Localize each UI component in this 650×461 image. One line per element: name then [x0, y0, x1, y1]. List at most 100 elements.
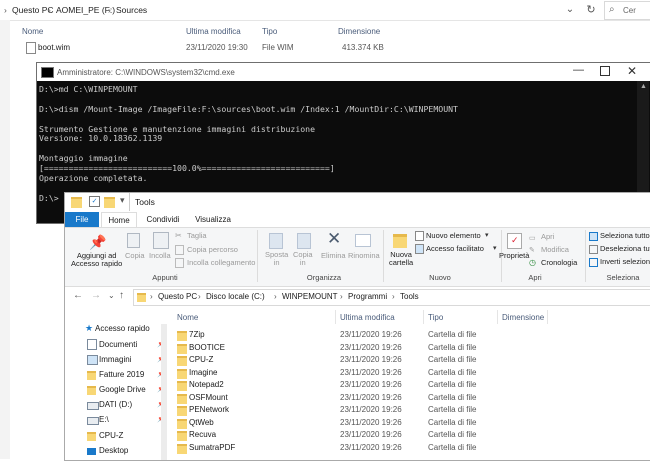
folder-name: Recuva — [189, 430, 217, 439]
forward-arrow-icon[interactable]: → — [91, 290, 101, 301]
chevron-down-icon[interactable]: ▾ — [485, 231, 489, 239]
cmd-title-bar[interactable]: Amministratore: C:\WINDOWS\system32\cmd.… — [37, 63, 650, 81]
breadcrumb-tools[interactable]: Tools — [400, 292, 419, 301]
folder-icon — [177, 443, 187, 454]
chevron-right-icon: › — [198, 292, 201, 301]
group-select: Seleziona — [606, 273, 640, 282]
properties-quick-icon[interactable]: ✓ — [89, 196, 100, 207]
minimize-icon[interactable]: — — [573, 64, 584, 76]
nav-item-immagini[interactable]: Immagini — [99, 355, 131, 364]
column-type[interactable]: Tipo — [428, 313, 443, 322]
cmd-title: Amministratore: C:\WINDOWS\system32\cmd.… — [57, 68, 235, 77]
nav-item-e[interactable]: E:\ — [99, 415, 109, 424]
select-all-icon — [589, 232, 598, 241]
table-row[interactable] — [171, 354, 641, 366]
rename-button[interactable]: Rinomina — [348, 251, 380, 260]
search-box[interactable]: ⌕ Cer — [604, 1, 650, 20]
file-date: 23/11/2020 19:30 — [186, 43, 248, 52]
breadcrumb-programmi[interactable]: Programmi — [348, 292, 387, 301]
easy-access-button[interactable]: Accesso facilitato — [426, 244, 484, 253]
folder-icon — [177, 343, 187, 354]
tab-share[interactable]: Condividi — [139, 212, 187, 227]
select-none-button[interactable]: Deseleziona tutt — [600, 244, 650, 253]
nav-item-desktop[interactable]: Desktop — [99, 446, 128, 455]
column-name[interactable]: Nome — [22, 27, 43, 36]
column-name[interactable]: Nome — [177, 313, 198, 322]
folder-type: Cartella di file — [428, 355, 477, 364]
chevron-down-icon[interactable]: ▾ — [120, 195, 125, 206]
invert-selection-button[interactable]: Inverti selezion — [600, 257, 650, 266]
table-row[interactable] — [171, 367, 641, 379]
folder-name: OSFMount — [189, 392, 228, 402]
new-folder-quick-icon[interactable] — [104, 197, 115, 208]
table-row[interactable] — [171, 392, 641, 404]
breadcrumb-drive[interactable]: Disco locale (C:) — [206, 292, 265, 301]
copy-path-button[interactable]: Copia percorso — [187, 245, 238, 254]
folder-date: 23/11/2020 19:26 — [340, 430, 402, 439]
paste-button[interactable]: Incolla — [149, 251, 171, 260]
folder-date: 23/11/2020 19:26 — [340, 380, 402, 389]
file-name: boot.wim — [38, 43, 71, 52]
nav-item-documenti[interactable]: Documenti — [99, 340, 137, 349]
table-row[interactable] — [171, 329, 641, 341]
table-row[interactable] — [171, 417, 641, 429]
tab-view[interactable]: Visualizza — [189, 212, 237, 227]
scroll-up-icon[interactable]: ▲ — [640, 83, 647, 90]
column-size[interactable]: Dimensione — [338, 27, 380, 36]
open-button[interactable]: Apri — [541, 232, 554, 241]
window-title: Tools — [135, 197, 155, 207]
breadcrumb-this-pc[interactable]: Questo PC — [158, 292, 197, 301]
new-folder-button[interactable]: Nuova cartella — [389, 251, 413, 267]
column-date[interactable]: Ultima modifica — [186, 27, 241, 36]
dropdown-arrow-icon[interactable]: ⌄ — [562, 2, 578, 18]
history-button[interactable]: Cronologia — [541, 258, 577, 267]
properties-button[interactable]: Proprietà — [499, 251, 529, 260]
nav-item-quick-access[interactable]: Accesso rapido — [95, 324, 150, 333]
edit-button[interactable]: Modifica — [541, 245, 569, 254]
pin-quick-access-button[interactable]: Aggiungi ad Accesso rapido — [71, 252, 122, 268]
select-all-button[interactable]: Seleziona tutto — [600, 231, 650, 240]
delete-button[interactable]: Elimina — [321, 251, 346, 260]
cut-button[interactable]: Taglia — [187, 231, 207, 240]
cut-icon: ✂ — [175, 231, 182, 240]
move-to-button[interactable]: Sposta in — [265, 251, 288, 267]
column-size[interactable]: Dimensione — [502, 313, 544, 322]
chevron-down-icon[interactable]: ▾ — [493, 244, 497, 252]
title-bar[interactable]: ✓ ▾ Tools — [65, 193, 650, 211]
tab-file[interactable]: File — [65, 212, 99, 227]
folder-type: Cartella di file — [428, 417, 477, 427]
table-row[interactable]: boot.wim 23/11/2020 19:30 File WIM 413.3… — [22, 40, 384, 54]
rename-icon — [355, 234, 371, 247]
search-placeholder: Cer — [623, 6, 636, 15]
close-icon[interactable]: ✕ — [627, 64, 637, 78]
nav-scrollbar[interactable] — [0, 20, 10, 459]
refresh-icon[interactable]: ↻ — [582, 2, 600, 18]
breadcrumb-winpemount[interactable]: WINPEMOUNT — [282, 292, 338, 301]
copy-button[interactable]: Copia — [125, 251, 145, 260]
nav-scrollbar[interactable] — [161, 324, 167, 460]
column-type[interactable]: Tipo — [262, 27, 277, 36]
nav-item-fatture-2019[interactable]: Fatture 2019 — [99, 370, 144, 379]
check-icon: ✓ — [511, 235, 519, 245]
table-row[interactable] — [171, 379, 641, 391]
back-arrow-icon[interactable]: ← — [73, 290, 83, 301]
copy-to-button[interactable]: Copia in — [293, 251, 313, 267]
maximize-icon[interactable] — [600, 66, 610, 76]
nav-item-dati-d[interactable]: DATI (D:) — [99, 400, 132, 409]
tab-home[interactable]: Home — [101, 212, 137, 228]
up-arrow-icon[interactable]: ↑ — [119, 290, 124, 301]
cmd-output[interactable]: D:\>md C:\WINPEMOUNT D:\>dism /Mount-Ima… — [39, 84, 639, 204]
recent-locations-icon[interactable]: ⌄ — [108, 291, 115, 300]
new-item-button[interactable]: Nuovo elemento — [426, 231, 481, 240]
nav-item-cpu-z[interactable]: CPU-Z — [99, 431, 123, 440]
table-row[interactable] — [171, 442, 641, 454]
column-date[interactable]: Ultima modifica — [340, 313, 395, 322]
paste-link-button[interactable]: Incolla collegamento — [187, 258, 255, 267]
address-bar[interactable]: › Questo PC › Disco locale (C:) › WINPEM… — [133, 289, 650, 306]
table-row[interactable] — [171, 429, 641, 441]
table-row[interactable] — [171, 342, 641, 354]
table-row[interactable] — [171, 404, 641, 416]
breadcrumb-sources[interactable]: Sources — [116, 5, 147, 15]
nav-item-google-drive[interactable]: Google Drive — [99, 385, 146, 394]
breadcrumb-drive[interactable]: AOMEI_PE (F:) — [56, 5, 115, 15]
